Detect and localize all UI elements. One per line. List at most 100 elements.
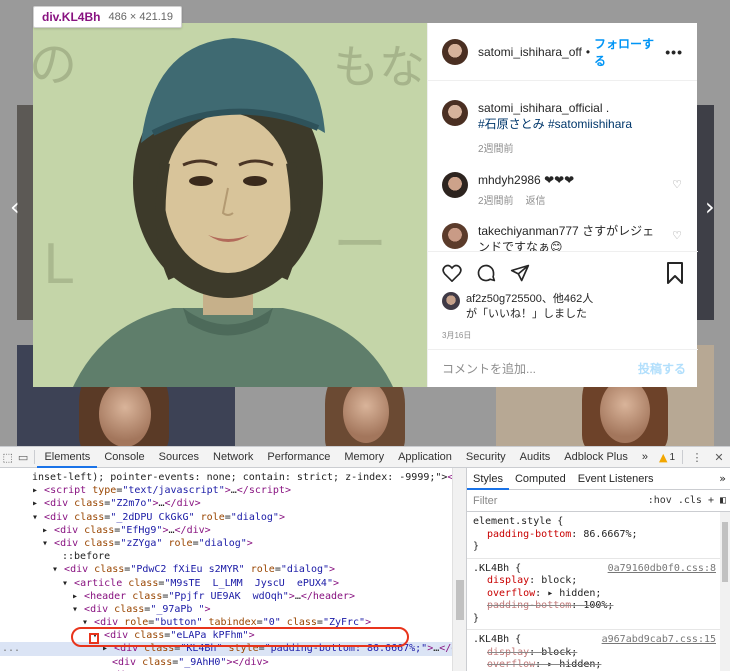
header-separator: •: [585, 44, 591, 59]
hover-state-toggle[interactable]: :hov: [648, 495, 672, 506]
warnings-badge[interactable]: ▲ 1: [655, 451, 679, 464]
comment-like-heart-icon[interactable]: ♡: [672, 178, 682, 191]
rule-source-link[interactable]: 0a79160db0f0.css:8: [608, 563, 716, 576]
dom-node[interactable]: ▾ <article class="M9sTE L_LMM JyscU ePUX…: [0, 577, 452, 590]
device-toolbar-icon[interactable]: ▭: [15, 447, 30, 468]
style-property[interactable]: display: block;: [473, 647, 724, 660]
tab-sources[interactable]: Sources: [152, 447, 206, 468]
tab-audits[interactable]: Audits: [513, 447, 558, 468]
next-post-arrow[interactable]: ›: [705, 195, 715, 219]
avatar[interactable]: [442, 172, 468, 198]
dom-node[interactable]: ▸ <div class="EfHg9">…</div>: [0, 524, 452, 537]
reply-link[interactable]: 返信: [526, 194, 546, 210]
comment-username[interactable]: mhdyh2986: [478, 173, 541, 187]
caption: satomi_ishihara_official . #石原さとみ #satom…: [442, 100, 684, 158]
toggle-element-state-icon[interactable]: ◧: [720, 495, 726, 506]
customize-menu-icon[interactable]: ⋮: [686, 447, 708, 468]
dom-node[interactable]: ▾ <div class="_2dDPU CkGkG" role="dialog…: [0, 511, 452, 524]
style-property[interactable]: padding-bottom: 86.6667%;: [473, 529, 724, 542]
new-style-rule-button[interactable]: +: [708, 495, 714, 506]
dom-node-selected[interactable]: ▸ <div class="KL4Bh" style="padding-bott…: [0, 642, 452, 656]
post-date[interactable]: 3月16日: [442, 330, 684, 341]
tab-elements[interactable]: Elements: [37, 447, 98, 468]
style-property[interactable]: padding-bottom: 100%;: [473, 600, 724, 613]
caption-hashtags[interactable]: #石原さとみ #satomiishihara: [478, 116, 632, 132]
post-comment-button[interactable]: 投稿する: [638, 360, 686, 377]
comment-item: takechiyanman777 さすがレジェ ンドですなぁ😊 ♡: [442, 223, 684, 251]
svg-text:の: の: [33, 37, 77, 93]
dom-node[interactable]: inset-left); pointer-events: none; conta…: [0, 471, 452, 484]
avatar[interactable]: [442, 100, 468, 126]
more-sidebar-tabs-button[interactable]: »: [715, 472, 730, 485]
comment-time[interactable]: 2週間前: [478, 194, 514, 210]
more-tabs-button[interactable]: »: [635, 447, 655, 468]
comment-input[interactable]: [442, 361, 638, 376]
style-property[interactable]: overflow: ▸ hidden;: [473, 588, 724, 601]
comment-item: mhdyh2986 ❤❤❤ 2週間前 返信 ♡: [442, 172, 684, 210]
dom-node[interactable]: ▾ <div class="PdwC2 fXiEu s2MYR" role="d…: [0, 563, 452, 576]
rule-close-brace: }: [473, 612, 480, 624]
follow-button[interactable]: フォローする: [594, 35, 655, 69]
avatar[interactable]: [442, 38, 468, 65]
bookmark-icon[interactable]: [666, 261, 684, 287]
avatar[interactable]: [442, 292, 460, 310]
rule-source-link[interactable]: a967abd9cab7.css:15: [602, 634, 716, 647]
inspect-element-icon[interactable]: ⬚: [0, 447, 15, 468]
styles-sidebar: Styles Computed Event Listeners » :hov .…: [466, 468, 730, 671]
likes-summary: af2z50g725500、他462人 が「いいね！」しました: [442, 292, 684, 322]
tab-event-listeners[interactable]: Event Listeners: [572, 468, 660, 490]
add-comment-bar: 投稿する: [428, 349, 698, 387]
close-devtools-icon[interactable]: ✕: [708, 447, 730, 468]
dom-node[interactable]: ▸ <header class="Ppjfr UE9AK wdOqh">…</h…: [0, 590, 452, 603]
comment-text: さすがレジェ: [582, 224, 655, 238]
devtools-panel: ⬚ ▭ Elements Console Sources Network Per…: [0, 446, 730, 671]
comment-username[interactable]: takechiyanman777: [478, 224, 579, 238]
likes-count[interactable]: af2z50g725500、他462人: [466, 292, 593, 307]
tab-application[interactable]: Application: [391, 447, 459, 468]
comment-like-heart-icon[interactable]: ♡: [672, 229, 682, 242]
caption-time[interactable]: 2週間前: [478, 142, 514, 158]
dom-node[interactable]: ::before: [0, 550, 452, 563]
dom-node[interactable]: ▾ <div class="eLAPa kPFhm">: [0, 629, 452, 642]
previous-post-arrow[interactable]: ‹: [10, 195, 20, 219]
style-rules: element.style {padding-bottom: 86.6667%;…: [467, 512, 730, 671]
scrollbar-thumb[interactable]: [722, 522, 728, 582]
element-inspector-tooltip: div.KL4Bh 486 × 421.19: [33, 6, 182, 28]
tab-performance[interactable]: Performance: [260, 447, 337, 468]
tab-console[interactable]: Console: [97, 447, 151, 468]
warning-count: 1: [669, 451, 675, 463]
caption-dot: .: [605, 101, 610, 115]
tab-security[interactable]: Security: [459, 447, 513, 468]
dom-tree[interactable]: inset-left); pointer-events: none; conta…: [0, 468, 452, 671]
dom-node[interactable]: ▸ <script type="text/javascript">…</scri…: [0, 484, 452, 497]
dom-node[interactable]: ▸ <div class="Z2m7o">…</div>: [0, 497, 452, 510]
style-property[interactable]: display: block;: [473, 575, 724, 588]
style-property[interactable]: overflow: ▸ hidden;: [473, 659, 724, 671]
toolbar-divider: [682, 450, 683, 464]
avatar[interactable]: [442, 223, 468, 249]
comment-bubble-icon[interactable]: [476, 263, 496, 286]
rule-selector[interactable]: element.style {: [473, 516, 724, 529]
more-options-icon[interactable]: •••: [665, 44, 683, 60]
dom-node[interactable]: ▾ <div role="button" tabindex="0" class=…: [0, 616, 452, 629]
post-image-highlighted[interactable]: の もな L ー: [33, 23, 427, 387]
dom-node[interactable]: ▾ <div class="_97aPb ">: [0, 603, 452, 616]
dom-node[interactable]: <div class="_9AhH0"></div>: [0, 656, 452, 669]
tab-computed[interactable]: Computed: [509, 468, 572, 490]
styles-scrollbar[interactable]: [720, 512, 730, 671]
styles-filter-input[interactable]: [473, 494, 642, 507]
comments-list: satomi_ishihara_official . #石原さとみ #satom…: [428, 81, 698, 251]
caption-username[interactable]: satomi_ishihara_official: [478, 101, 603, 115]
scrollbar-thumb[interactable]: [456, 580, 464, 620]
tab-memory[interactable]: Memory: [337, 447, 391, 468]
dom-node[interactable]: ▾ <div class="zZYga" role="dialog">: [0, 537, 452, 550]
header-username[interactable]: satomi_ishihara_off: [478, 45, 582, 59]
tab-network[interactable]: Network: [206, 447, 260, 468]
class-toggle[interactable]: .cls: [678, 495, 702, 506]
tab-adblock-plus[interactable]: Adblock Plus: [557, 447, 635, 468]
like-heart-icon[interactable]: [442, 264, 462, 285]
share-paper-plane-icon[interactable]: [510, 263, 530, 286]
node-actions-ellipsis[interactable]: ...: [2, 642, 20, 655]
dom-tree-scrollbar[interactable]: [452, 468, 466, 671]
tab-styles[interactable]: Styles: [467, 468, 509, 490]
